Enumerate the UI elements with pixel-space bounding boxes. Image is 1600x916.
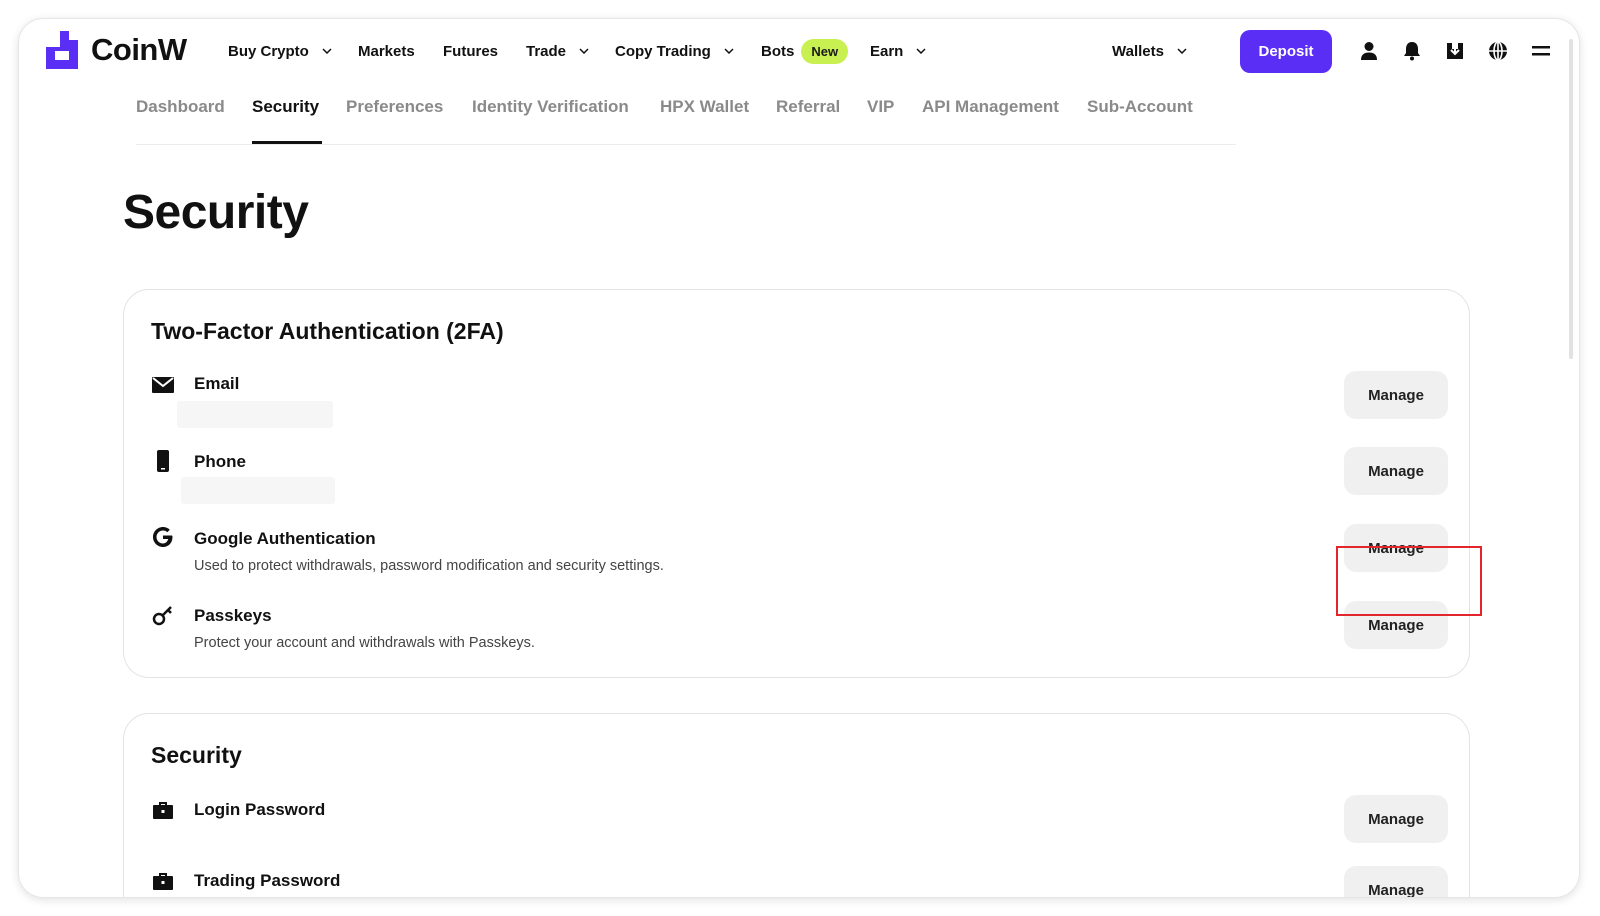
nav-label: Buy Crypto [228,42,309,60]
item-label-phone: Phone [194,452,246,471]
brand-name: CoinW [91,32,187,67]
tab-hpx-wallet[interactable]: HPX Wallet [660,97,749,117]
nav-label: Futures [443,42,499,60]
page-title: Security [123,186,309,239]
nav-copy-trading[interactable]: Copy Trading [615,19,734,83]
chevron-down-icon [916,48,926,54]
card-title: Security [151,742,242,768]
coinw-logo[interactable]: CoinW [46,31,187,69]
tab-dashboard[interactable]: Dashboard [136,97,225,117]
briefcase-icon [153,873,173,890]
google-icon [153,527,173,547]
user-icon[interactable] [1358,40,1380,62]
nav-bots[interactable]: Bots New [761,19,849,83]
new-badge: New [801,38,849,64]
item-label-email: Email [194,374,240,393]
deposit-button[interactable]: Deposit [1240,30,1332,73]
manage-phone-button[interactable]: Manage [1344,447,1448,495]
tab-preferences[interactable]: Preferences [346,97,443,117]
chevron-down-icon [1177,48,1187,54]
item-desc-passkeys: Protect your account and withdrawals wit… [194,635,535,651]
download-icon[interactable] [1444,40,1466,62]
manage-passkeys-button[interactable]: Manage [1344,601,1448,649]
bell-icon[interactable] [1401,40,1423,62]
tab-api-management[interactable]: API Management [922,97,1059,117]
globe-icon[interactable] [1487,40,1509,62]
active-tab-indicator [252,141,322,144]
item-label-google-authentication: Google Authentication [194,529,376,548]
redacted-email-value [177,401,333,428]
manage-login-password-button[interactable]: Manage [1344,795,1448,843]
menu-icon[interactable] [1530,40,1552,62]
tab-vip[interactable]: VIP [867,97,894,117]
card-title: Two-Factor Authentication (2FA) [151,318,504,344]
two-factor-card: Two-Factor Authentication (2FA) Email Ma… [123,289,1470,678]
nav-label: Bots [761,42,795,60]
item-label-trading-password: Trading Password [194,871,341,890]
redacted-phone-value [181,477,335,504]
tab-identity-verification[interactable]: Identity Verification [472,97,629,117]
nav-label: Wallets [1112,42,1164,60]
account-tabs: Dashboard Security Preferences Identity … [136,87,1236,145]
briefcase-icon [153,802,173,819]
nav-trade[interactable]: Trade [526,19,589,83]
manage-email-button[interactable]: Manage [1344,371,1448,419]
item-desc-google-authentication: Used to protect withdrawals, password mo… [194,558,664,574]
top-navigation: CoinW Buy Crypto Markets Futures Trade C… [19,19,1579,83]
chevron-down-icon [724,48,734,54]
tab-sub-account[interactable]: Sub-Account [1087,97,1193,117]
chevron-down-icon [322,48,332,54]
tab-referral[interactable]: Referral [776,97,840,117]
nav-buy-crypto[interactable]: Buy Crypto [228,19,332,83]
browser-window: CoinW Buy Crypto Markets Futures Trade C… [19,19,1579,897]
tab-security[interactable]: Security [252,97,319,117]
scrollbar[interactable] [1569,39,1573,359]
chevron-down-icon [579,48,589,54]
phone-icon [157,450,169,472]
coinw-logo-icon [46,31,78,69]
mail-icon [152,377,174,393]
manage-google-authentication-button[interactable]: Manage [1344,524,1448,572]
nav-label: Earn [870,42,904,60]
nav-label: Copy Trading [615,42,711,60]
nav-wallets[interactable]: Wallets [1112,19,1187,83]
nav-futures[interactable]: Futures [443,19,498,83]
security-card: Security Login Password Manage Trading P… [123,713,1470,897]
manage-trading-password-button[interactable]: Manage [1344,866,1448,897]
nav-markets[interactable]: Markets [358,19,415,83]
key-icon [152,606,172,626]
item-label-login-password: Login Password [194,800,326,819]
nav-earn[interactable]: Earn [870,19,926,83]
item-label-passkeys: Passkeys [194,606,272,625]
nav-label: Markets [358,42,415,60]
nav-label: Trade [526,42,567,60]
